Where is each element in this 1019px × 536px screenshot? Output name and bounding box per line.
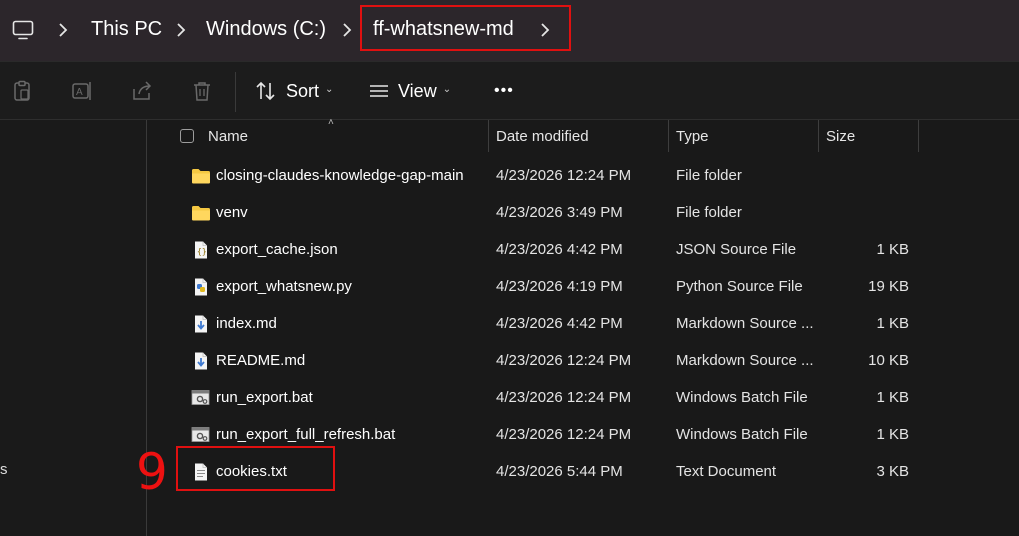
step-number-annotation: 9 (136, 443, 168, 501)
navigation-pane[interactable] (0, 120, 146, 536)
file-size: 1 KB (876, 315, 909, 332)
more-options-button[interactable]: ••• (494, 74, 514, 108)
file-date-modified: 4/23/2026 12:24 PM (496, 426, 632, 443)
select-all-checkbox[interactable] (180, 129, 194, 143)
file-type: JSON Source File (676, 241, 797, 258)
paste-icon[interactable] (11, 80, 33, 102)
json-file-icon: {} (191, 241, 211, 259)
column-resize-handle[interactable] (818, 120, 819, 152)
chevron-down-icon: ⌄ (442, 83, 452, 95)
file-row[interactable]: closing-claudes-knowledge-gap-main 4/23/2… (147, 158, 1019, 194)
file-type: Windows Batch File (676, 389, 808, 406)
chevron-down-icon: ⌄ (325, 83, 334, 95)
markdown-file-icon (191, 315, 211, 333)
sort-button[interactable]: Sort ⌄ (255, 74, 333, 108)
column-resize-handle[interactable] (488, 120, 489, 152)
file-type: Markdown Source ... (676, 352, 814, 369)
column-size-header[interactable]: Size (826, 128, 855, 145)
file-name[interactable]: index.md (216, 315, 277, 332)
file-type: Windows Batch File (676, 426, 808, 443)
file-row[interactable]: {} export_cache.json 4/23/2026 4:42 PM JSON… (147, 232, 1019, 268)
file-row[interactable]: run_export.bat 4/23/2026 12:24 PM Windows … (147, 380, 1019, 416)
more-options-icon: ••• (494, 82, 514, 99)
file-date-modified: 4/23/2026 12:24 PM (496, 389, 632, 406)
column-name-header[interactable]: Name (208, 128, 248, 145)
file-size: 1 KB (876, 426, 909, 443)
chevron-right-icon[interactable] (176, 22, 186, 38)
file-name[interactable]: run_export_full_refresh.bat (216, 426, 395, 443)
rename-icon[interactable]: A (71, 80, 93, 102)
view-button[interactable]: View ⌄ (369, 74, 451, 108)
file-size: 1 KB (876, 389, 909, 406)
file-date-modified: 4/23/2026 4:42 PM (496, 315, 623, 332)
column-resize-handle[interactable] (668, 120, 669, 152)
batch-file-icon (191, 389, 211, 407)
chevron-right-icon[interactable] (342, 22, 352, 38)
column-resize-handle[interactable] (918, 120, 919, 152)
this-pc-icon[interactable] (12, 20, 34, 40)
file-date-modified: 4/23/2026 4:42 PM (496, 241, 623, 258)
folder-icon (191, 204, 211, 222)
file-name[interactable]: venv (216, 204, 248, 221)
highlight-box (176, 446, 335, 491)
file-name[interactable]: closing-claudes-knowledge-gap-main (216, 167, 464, 184)
python-file-icon (191, 278, 211, 296)
nav-item-partial-label[interactable]: s (0, 461, 8, 478)
file-type: Text Document (676, 463, 777, 480)
file-type: File folder (676, 167, 742, 184)
delete-icon[interactable] (191, 80, 213, 102)
file-row[interactable]: export_whatsnew.py 4/23/2026 4:19 PM Pytho… (147, 269, 1019, 305)
svg-text:A: A (76, 87, 83, 98)
chevron-right-icon[interactable] (58, 22, 68, 38)
file-name[interactable]: export_cache.json (216, 241, 338, 258)
share-icon[interactable] (131, 80, 153, 102)
file-size: 3 KB (876, 463, 909, 480)
file-date-modified: 4/23/2026 12:24 PM (496, 352, 632, 369)
file-date-modified: 4/23/2026 3:49 PM (496, 204, 623, 221)
file-row[interactable]: index.md 4/23/2026 4:42 PM Markdown Source… (147, 306, 1019, 342)
file-size: 10 KB (868, 352, 909, 369)
breadcrumb-highlight-box (360, 5, 571, 51)
file-date-modified: 4/23/2026 5:44 PM (496, 463, 623, 480)
column-date-header[interactable]: Date modified (496, 128, 589, 145)
file-date-modified: 4/23/2026 4:19 PM (496, 278, 623, 295)
view-icon (370, 85, 388, 97)
markdown-file-icon (191, 352, 211, 370)
folder-icon (191, 167, 211, 185)
file-row[interactable]: venv 4/23/2026 3:49 PM File folder (147, 195, 1019, 231)
file-type: Python Source File (676, 278, 803, 295)
view-label: View (398, 80, 437, 101)
svg-text:{}: {} (197, 247, 207, 256)
sort-ascending-icon: ˄ (328, 117, 334, 128)
sort-icon (256, 81, 275, 101)
address-bar: This PC Windows (C:) ff-whatsnew-md (0, 0, 1019, 62)
breadcrumb-this-pc[interactable]: This PC (91, 18, 162, 41)
toolbar-separator (235, 72, 236, 112)
column-header: ˄ Name Date modified Type Size (147, 117, 1019, 154)
file-size: 19 KB (868, 278, 909, 295)
file-date-modified: 4/23/2026 12:24 PM (496, 167, 632, 184)
file-type: Markdown Source ... (676, 315, 814, 332)
file-type: File folder (676, 204, 742, 221)
column-type-header[interactable]: Type (676, 128, 709, 145)
file-size: 1 KB (876, 241, 909, 258)
file-name[interactable]: README.md (216, 352, 305, 369)
file-name[interactable]: export_whatsnew.py (216, 278, 352, 295)
sort-label: Sort (286, 80, 320, 101)
batch-file-icon (191, 426, 211, 444)
file-row[interactable]: README.md 4/23/2026 12:24 PM Markdown Sour… (147, 343, 1019, 379)
file-name[interactable]: run_export.bat (216, 389, 313, 406)
breadcrumb-windows-c[interactable]: Windows (C:) (206, 18, 326, 41)
command-bar: A Sort ⌄ View ⌄ ••• (0, 62, 1019, 120)
